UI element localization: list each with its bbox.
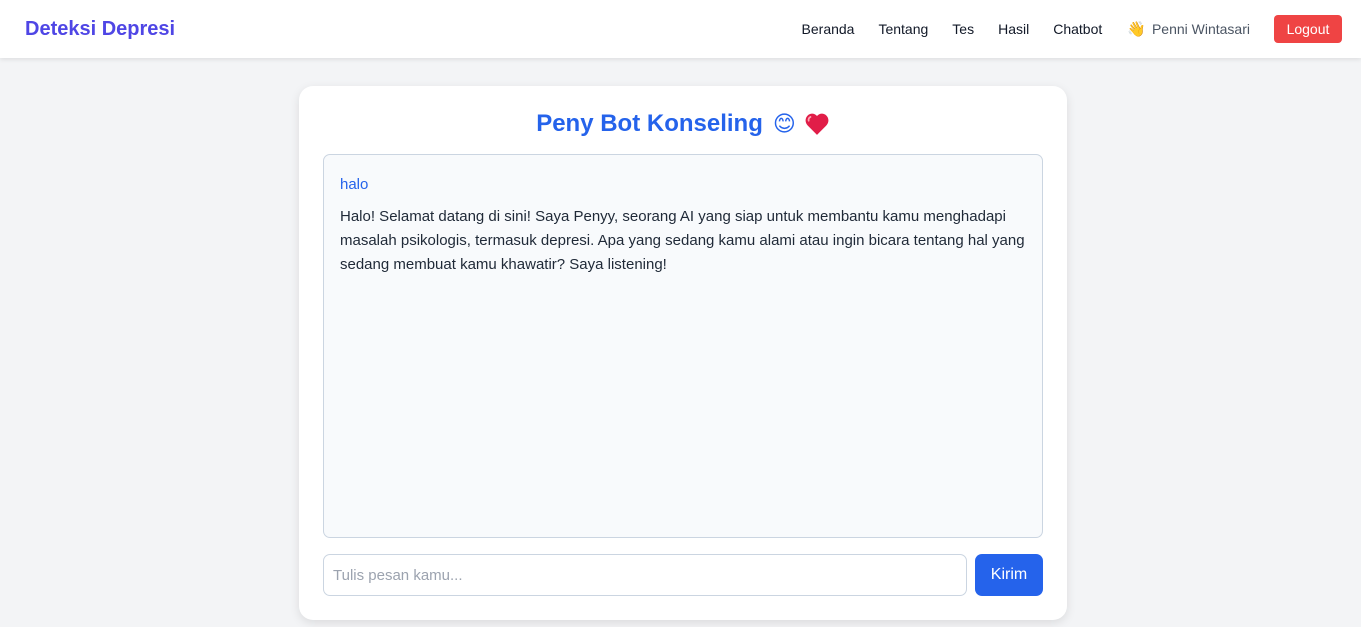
brand-logo[interactable]: Deteksi Depresi — [25, 18, 175, 41]
chat-title-text: Peny Bot Konseling — [536, 110, 763, 137]
bot-message: Halo! Selamat datang di sini! Saya Penyy… — [340, 208, 1025, 273]
user-name: Penni Wintasari — [1151, 21, 1250, 37]
wave-hand-icon: 👋 — [1127, 21, 1146, 38]
nav-link-tentang[interactable]: Tentang — [878, 21, 928, 37]
nav-link-hasil[interactable]: Hasil — [998, 21, 1029, 37]
nav-link-beranda[interactable]: Beranda — [802, 21, 855, 37]
nav-menu: Beranda Tentang Tes Hasil Chatbot 👋 Penn… — [778, 15, 1342, 43]
logout-button[interactable]: Logout — [1274, 15, 1342, 43]
user-info: 👋 Penni Wintasari — [1127, 20, 1250, 38]
chat-card: Peny Bot Konseling 😊 halo Halo! Selamat … — [299, 86, 1067, 620]
user-message: halo — [340, 176, 369, 193]
chat-input-row: Kirim — [323, 554, 1043, 596]
smile-emoji-icon: 😊 — [772, 111, 796, 136]
message-input[interactable] — [323, 554, 967, 596]
top-navbar: Deteksi Depresi Beranda Tentang Tes Hasi… — [0, 0, 1361, 58]
nav-link-tes[interactable]: Tes — [952, 21, 974, 37]
send-button[interactable]: Kirim — [975, 554, 1043, 596]
chat-title: Peny Bot Konseling 😊 — [299, 110, 1067, 138]
heart-icon — [805, 113, 829, 135]
nav-link-chatbot[interactable]: Chatbot — [1053, 21, 1102, 37]
chat-messages[interactable]: halo Halo! Selamat datang di sini! Saya … — [323, 154, 1043, 538]
